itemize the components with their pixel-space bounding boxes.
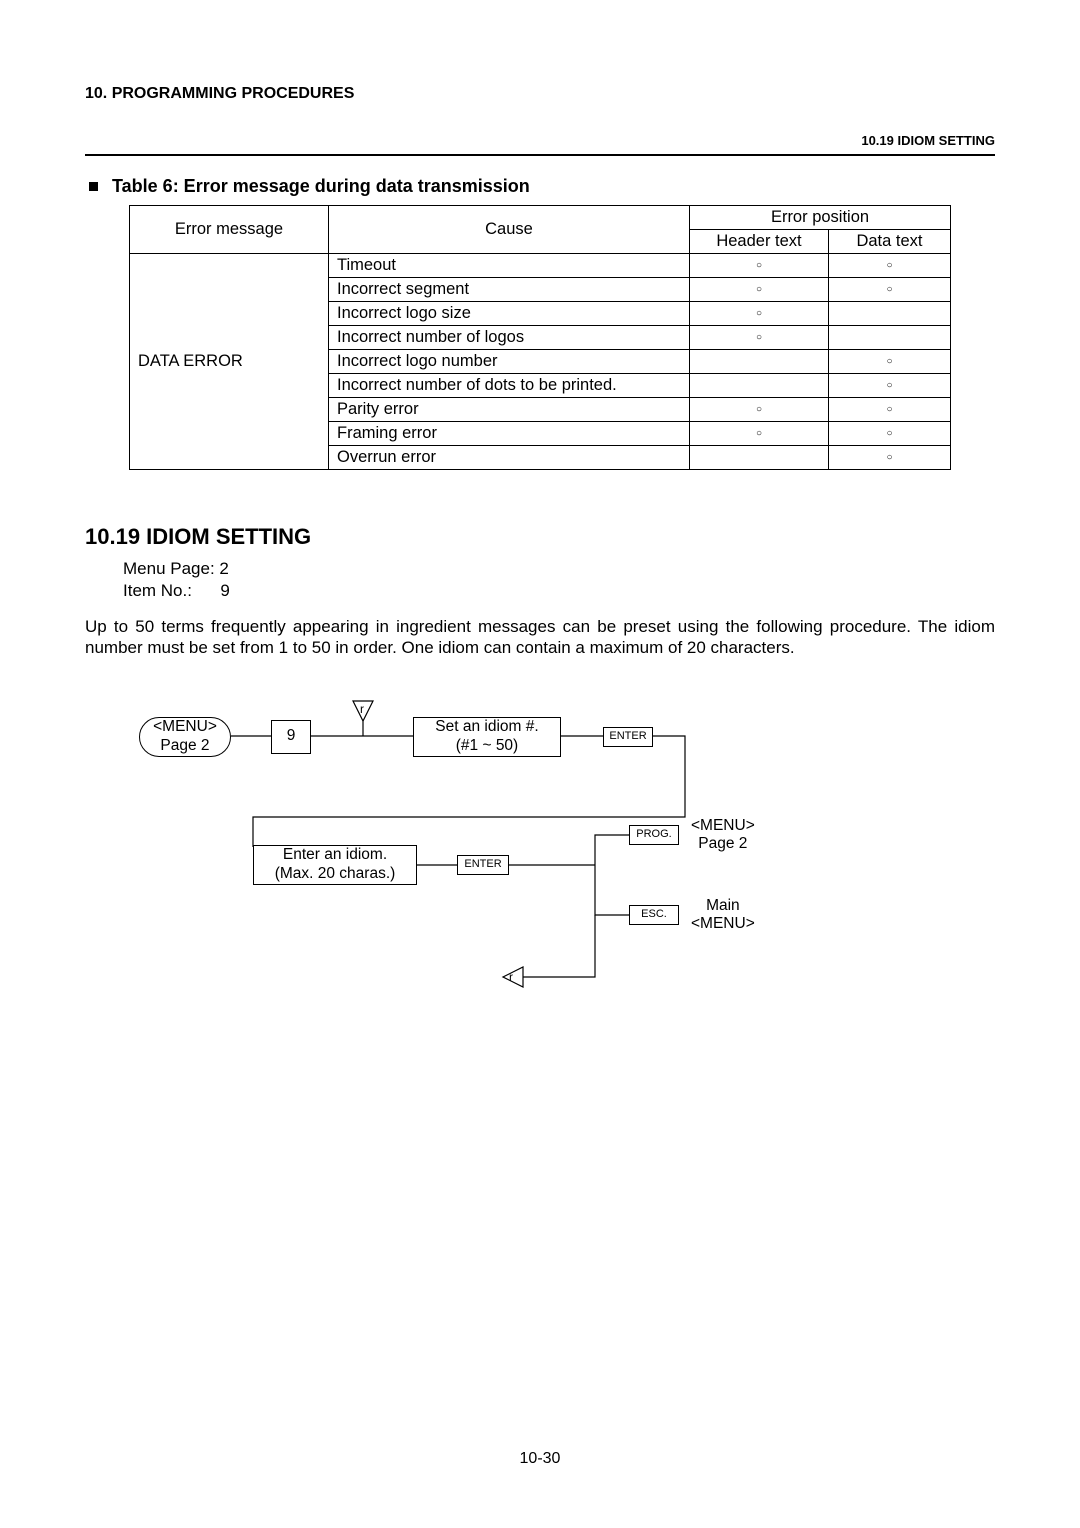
- cell-header-text: ○: [690, 278, 829, 302]
- col-data-text: Data text: [829, 230, 951, 254]
- square-bullet-icon: [89, 182, 98, 191]
- cell-cause: Framing error: [329, 422, 690, 446]
- ref-marker-top: r: [360, 702, 364, 716]
- node-set-idiom: Set an idiom #. (#1 ~ 50): [413, 717, 561, 757]
- cell-header-text: [690, 374, 829, 398]
- ref-marker-bottom: r: [509, 970, 513, 984]
- cell-data-text: ○: [829, 278, 951, 302]
- table-caption-text: Table 6: Error message during data trans…: [112, 176, 530, 197]
- node-enter-1: ENTER: [603, 727, 653, 747]
- cell-data-text: [829, 326, 951, 350]
- cell-cause: Incorrect number of logos: [329, 326, 690, 350]
- prog: PROG.: [636, 828, 671, 841]
- cell-data-text: ○: [829, 350, 951, 374]
- cell-data-text: ○: [829, 398, 951, 422]
- cell-data-text: ○: [829, 422, 951, 446]
- cell-cause: Incorrect logo number: [329, 350, 690, 374]
- esc: ESC.: [641, 908, 667, 921]
- cell-data-text: [829, 302, 951, 326]
- cell-error-message: DATA ERROR: [130, 254, 329, 470]
- col-header-text: Header text: [690, 230, 829, 254]
- page-number: 10-30: [0, 1450, 1080, 1468]
- header-rule: [85, 154, 995, 156]
- table-caption: Table 6: Error message during data trans…: [89, 176, 995, 197]
- page: 10. PROGRAMMING PROCEDURES 10.19 IDIOM S…: [0, 0, 1080, 1528]
- cell-cause: Parity error: [329, 398, 690, 422]
- menu-page-line: Menu Page: 2: [123, 558, 995, 580]
- col-error-position: Error position: [690, 206, 951, 230]
- enter-2: ENTER: [464, 858, 501, 871]
- menu2-a: <MENU>: [691, 817, 755, 834]
- cell-cause: Incorrect logo size: [329, 302, 690, 326]
- set-idiom-l1: Set an idiom #.: [435, 718, 538, 737]
- item-no-label: Item No.:: [123, 581, 192, 600]
- table-row: DATA ERRORTimeout○○: [130, 254, 951, 278]
- menu-page-label: Menu Page:: [123, 559, 215, 578]
- cell-cause: Timeout: [329, 254, 690, 278]
- cell-header-text: ○: [690, 398, 829, 422]
- menu-label: <MENU>: [153, 718, 217, 737]
- cell-data-text: ○: [829, 254, 951, 278]
- section-paragraph: Up to 50 terms frequently appearing in i…: [85, 616, 995, 659]
- col-cause: Cause: [329, 206, 690, 254]
- node-prog: PROG.: [629, 825, 679, 845]
- item-no-line: Item No.: 9: [123, 580, 995, 602]
- cell-header-text: ○: [690, 254, 829, 278]
- enter-idiom-l1: Enter an idiom.: [283, 846, 387, 865]
- node-enter-2: ENTER: [457, 855, 509, 875]
- menu-page2: Page 2: [160, 737, 209, 756]
- cell-header-text: ○: [690, 302, 829, 326]
- label-menu-page2-out: <MENU> Page 2: [691, 817, 755, 854]
- label-main-menu-out: Main <MENU>: [691, 897, 755, 934]
- cell-header-text: [690, 350, 829, 374]
- cell-cause: Incorrect segment: [329, 278, 690, 302]
- node-nine: 9: [271, 720, 311, 754]
- subsection-header: 10.19 IDIOM SETTING: [85, 133, 995, 148]
- cell-header-text: [690, 446, 829, 470]
- item-no-value: 9: [220, 581, 229, 600]
- nine: 9: [287, 727, 296, 746]
- cell-header-text: ○: [690, 326, 829, 350]
- error-table: Error message Cause Error position Heade…: [129, 205, 951, 470]
- cell-cause: Overrun error: [329, 446, 690, 470]
- section-heading: 10.19 IDIOM SETTING: [85, 524, 995, 550]
- set-idiom-l2: (#1 ~ 50): [456, 737, 518, 756]
- node-enter-idiom: Enter an idiom. (Max. 20 charas.): [253, 845, 417, 885]
- menu-page-value: 2: [219, 559, 228, 578]
- chapter-header: 10. PROGRAMMING PROCEDURES: [85, 85, 995, 103]
- cell-header-text: ○: [690, 422, 829, 446]
- cell-data-text: ○: [829, 446, 951, 470]
- main-a: Main: [706, 897, 740, 914]
- node-menu-page2-start: <MENU> Page 2: [139, 717, 231, 757]
- enter-idiom-l2: (Max. 20 charas.): [275, 865, 396, 884]
- main-b: <MENU>: [691, 915, 755, 932]
- cell-cause: Incorrect number of dots to be printed.: [329, 374, 690, 398]
- enter-1: ENTER: [609, 730, 646, 743]
- cell-data-text: ○: [829, 374, 951, 398]
- node-esc: ESC.: [629, 905, 679, 925]
- menu2-b: Page 2: [698, 835, 747, 852]
- flow-diagram: r r <MENU> Page 2 9 Set an idiom #. (#1 …: [125, 687, 995, 1007]
- col-error-message: Error message: [130, 206, 329, 254]
